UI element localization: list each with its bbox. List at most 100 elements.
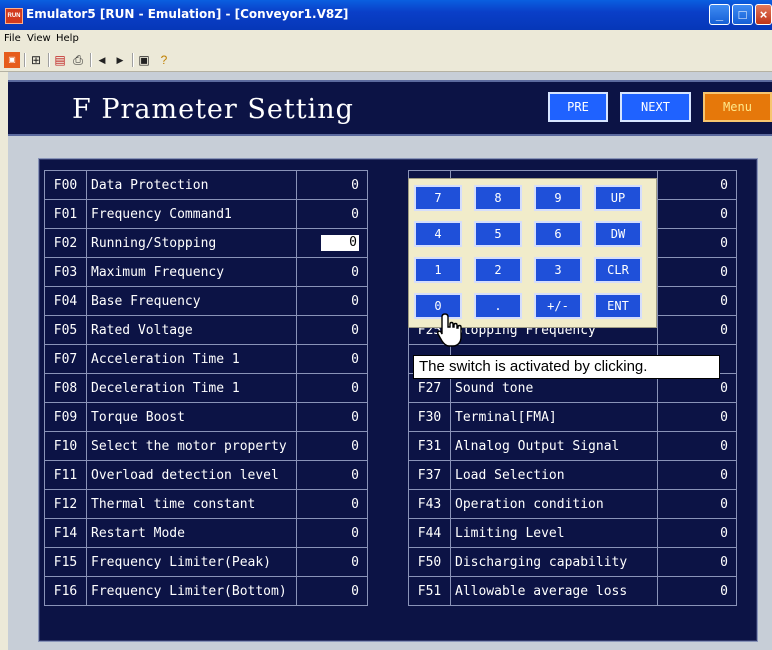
key-3-button[interactable]: 3 bbox=[534, 257, 582, 283]
parameter-row: F03 Maximum Frequency 0 bbox=[44, 257, 368, 287]
key-2-button[interactable]: 2 bbox=[474, 257, 522, 283]
parameter-value[interactable]: 0 bbox=[296, 257, 368, 287]
parameter-value[interactable]: 0 bbox=[296, 460, 368, 490]
parameter-value[interactable]: 0 bbox=[296, 170, 368, 200]
parameter-value[interactable]: 0 bbox=[296, 402, 368, 432]
parameter-value[interactable]: 0 bbox=[296, 547, 368, 577]
toolbar-separator bbox=[132, 53, 134, 67]
key-8-button[interactable]: 8 bbox=[474, 185, 522, 211]
parameter-row: F50 Discharging capability 0 bbox=[408, 547, 737, 577]
help-icon[interactable]: ? bbox=[156, 52, 172, 68]
parameter-name: Limiting Level bbox=[450, 518, 658, 548]
parameter-value[interactable]: 0 bbox=[296, 344, 368, 374]
parameter-name: Operation condition bbox=[450, 489, 658, 519]
parameter-name: Running/Stopping bbox=[86, 228, 297, 258]
parameter-row: F02 Running/Stopping 0 bbox=[44, 228, 368, 258]
parameter-value-edit[interactable]: 0 bbox=[321, 235, 359, 251]
run-icon[interactable]: ▣ bbox=[4, 52, 20, 68]
parameter-row: F51 Allowable average loss 0 bbox=[408, 576, 737, 606]
tooltip: The switch is activated by clicking. bbox=[413, 355, 720, 379]
print-icon[interactable]: ⎙ bbox=[70, 52, 86, 68]
minimize-button[interactable]: _ bbox=[709, 4, 730, 25]
key-clr-button[interactable]: CLR bbox=[594, 257, 642, 283]
parameter-code: F14 bbox=[44, 518, 87, 548]
parameter-value[interactable]: 0 bbox=[657, 228, 737, 258]
parameter-value[interactable]: 0 bbox=[657, 431, 737, 461]
parameter-value[interactable]: 0 bbox=[657, 286, 737, 316]
prev-icon[interactable]: ◀ bbox=[94, 52, 110, 68]
parameter-row: F00 Data Protection 0 bbox=[44, 170, 368, 200]
parameter-value[interactable]: 0 bbox=[657, 315, 737, 345]
key-1-button[interactable]: 1 bbox=[414, 257, 462, 283]
key-9-button[interactable]: 9 bbox=[534, 185, 582, 211]
pre-button[interactable]: PRE bbox=[548, 92, 608, 122]
parameter-row: F16 Frequency Limiter(Bottom) 0 bbox=[44, 576, 368, 606]
parameter-row: F37 Load Selection 0 bbox=[408, 460, 737, 490]
key-7-button[interactable]: 7 bbox=[414, 185, 462, 211]
parameter-value[interactable]: 0 bbox=[657, 257, 737, 287]
parameter-name: Acceleration Time 1 bbox=[86, 344, 297, 374]
parameter-row: F10 Select the motor property 0 bbox=[44, 431, 368, 461]
parameter-value[interactable]: 0 bbox=[657, 402, 737, 432]
numeric-keypad: 7 8 9 UP 4 5 6 DW 1 2 3 CLR 0. +/- ENT bbox=[408, 178, 657, 328]
parameter-value[interactable]: 0 bbox=[657, 199, 737, 229]
menu-help[interactable]: Help bbox=[56, 33, 79, 44]
hand-cursor-icon bbox=[437, 313, 462, 347]
key-4-button[interactable]: 4 bbox=[414, 221, 462, 247]
key-6-button[interactable]: 6 bbox=[534, 221, 582, 247]
parameter-name: Frequency Limiter(Peak) bbox=[86, 547, 297, 577]
parameter-row: F14 Restart Mode 0 bbox=[44, 518, 368, 548]
monitor-icon[interactable]: ▤ bbox=[52, 52, 68, 68]
menu-button[interactable]: Menu bbox=[703, 92, 772, 122]
key-ent-button[interactable]: ENT bbox=[594, 293, 642, 319]
parameter-value[interactable]: 0 bbox=[296, 228, 368, 258]
parameter-name: Overload detection level bbox=[86, 460, 297, 490]
parameter-value[interactable]: 0 bbox=[657, 547, 737, 577]
key-up-button[interactable]: UP bbox=[594, 185, 642, 211]
key-dw-button[interactable]: DW bbox=[594, 221, 642, 247]
parameter-value[interactable]: 0 bbox=[657, 576, 737, 606]
window-title: Emulator5 [RUN - Emulation] - [Conveyor1… bbox=[26, 7, 349, 21]
parameter-value[interactable]: 0 bbox=[657, 460, 737, 490]
parameter-value[interactable]: 0 bbox=[296, 431, 368, 461]
close-button[interactable]: × bbox=[755, 4, 772, 25]
parameter-name: Frequency Limiter(Bottom) bbox=[86, 576, 297, 606]
parameter-code: F04 bbox=[44, 286, 87, 316]
parameter-value[interactable]: 0 bbox=[296, 373, 368, 403]
parameter-value[interactable]: 0 bbox=[657, 170, 737, 200]
parameter-row: F15 Frequency Limiter(Peak) 0 bbox=[44, 547, 368, 577]
parameter-code: F16 bbox=[44, 576, 87, 606]
next-button[interactable]: NEXT bbox=[620, 92, 691, 122]
next-icon[interactable]: ▶ bbox=[112, 52, 128, 68]
left-parameter-table: F00 Data Protection 0 F01 Frequency Command1… bbox=[44, 170, 368, 606]
parameter-name: Rated Voltage bbox=[86, 315, 297, 345]
menu-file[interactable]: File bbox=[4, 33, 21, 44]
key-5-button[interactable]: 5 bbox=[474, 221, 522, 247]
key-dot-button[interactable]: . bbox=[474, 293, 522, 319]
maximize-button[interactable]: □ bbox=[732, 4, 753, 25]
title-bar: RUN Emulator5 [RUN - Emulation] - [Conve… bbox=[0, 0, 772, 30]
parameter-value[interactable]: 0 bbox=[296, 199, 368, 229]
parameter-row: F30 Terminal[FMA] 0 bbox=[408, 402, 737, 432]
parameter-value[interactable]: 0 bbox=[296, 576, 368, 606]
window-icon[interactable]: ▣ bbox=[136, 52, 152, 68]
parameter-row: F05 Rated Voltage 0 bbox=[44, 315, 368, 345]
parameter-name: Discharging capability bbox=[450, 547, 658, 577]
page-title: F Prameter Setting bbox=[72, 94, 354, 125]
parameter-value[interactable]: 0 bbox=[657, 489, 737, 519]
parameter-value[interactable]: 0 bbox=[296, 489, 368, 519]
parameter-code: F00 bbox=[44, 170, 87, 200]
parameter-value[interactable]: 0 bbox=[296, 518, 368, 548]
parameter-code: F44 bbox=[408, 518, 451, 548]
parameter-code: F02 bbox=[44, 228, 87, 258]
toolbar-separator bbox=[90, 53, 92, 67]
close-icon: × bbox=[759, 7, 768, 22]
parameter-value[interactable]: 0 bbox=[296, 286, 368, 316]
parameter-code: F37 bbox=[408, 460, 451, 490]
parameter-value[interactable]: 0 bbox=[296, 315, 368, 345]
key-plus-minus-button[interactable]: +/- bbox=[534, 293, 582, 319]
parameter-code: F30 bbox=[408, 402, 451, 432]
grid-icon[interactable]: ⊞ bbox=[28, 52, 44, 68]
menu-view[interactable]: View bbox=[27, 33, 51, 44]
parameter-value[interactable]: 0 bbox=[657, 518, 737, 548]
